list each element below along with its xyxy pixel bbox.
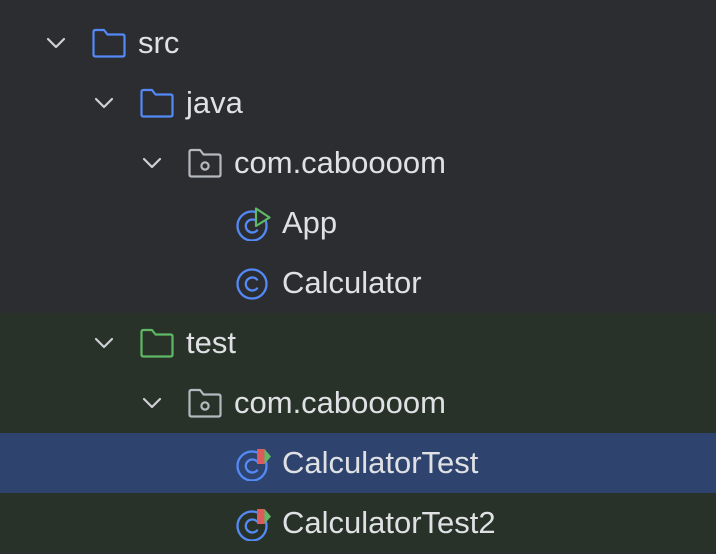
tree-item-java[interactable]: java — [0, 73, 716, 133]
folder-icon — [92, 28, 126, 58]
tree-item-src[interactable]: src — [0, 13, 716, 73]
tree-item-main-package[interactable]: com.caboooom — [0, 133, 716, 193]
chevron-down-icon[interactable] — [140, 151, 164, 175]
tree-item-app[interactable]: App — [0, 193, 716, 253]
tree-item-test[interactable]: test — [0, 313, 716, 373]
tree-item-label: CalculatorTest — [282, 445, 479, 480]
package-icon — [188, 148, 222, 178]
tree-item-calculator[interactable]: Calculator — [0, 253, 716, 313]
tree-item-calculator-test[interactable]: CalculatorTest — [0, 433, 716, 493]
test-folder-icon — [140, 328, 174, 358]
tree-item-label: test — [186, 325, 236, 360]
tree-item-label: com.caboooom — [234, 385, 446, 420]
chevron-down-icon[interactable] — [92, 331, 116, 355]
tree-item-label: Calculator — [282, 265, 422, 300]
tree-item-label: com.caboooom — [234, 145, 446, 180]
tree-item-label: java — [186, 85, 243, 120]
chevron-down-icon[interactable] — [92, 91, 116, 115]
chevron-down-icon[interactable] — [140, 391, 164, 415]
tree-item-label: CalculatorTest2 — [282, 505, 496, 540]
tree-item-label: App — [282, 205, 338, 240]
tree-item-label: src — [138, 25, 180, 60]
package-icon — [188, 388, 222, 418]
runnable-class-icon — [236, 207, 271, 241]
tree-item-test-package[interactable]: com.caboooom — [0, 373, 716, 433]
test-class-icon — [236, 449, 271, 481]
class-icon — [236, 268, 268, 300]
tree-item-calculator-test2[interactable]: CalculatorTest2 — [0, 493, 716, 553]
source-folder-icon — [140, 88, 174, 118]
chevron-down-icon[interactable] — [44, 31, 68, 55]
test-class-icon — [236, 509, 271, 541]
project-tree: src java com.caboooom App Calculator tes… — [0, 0, 716, 554]
